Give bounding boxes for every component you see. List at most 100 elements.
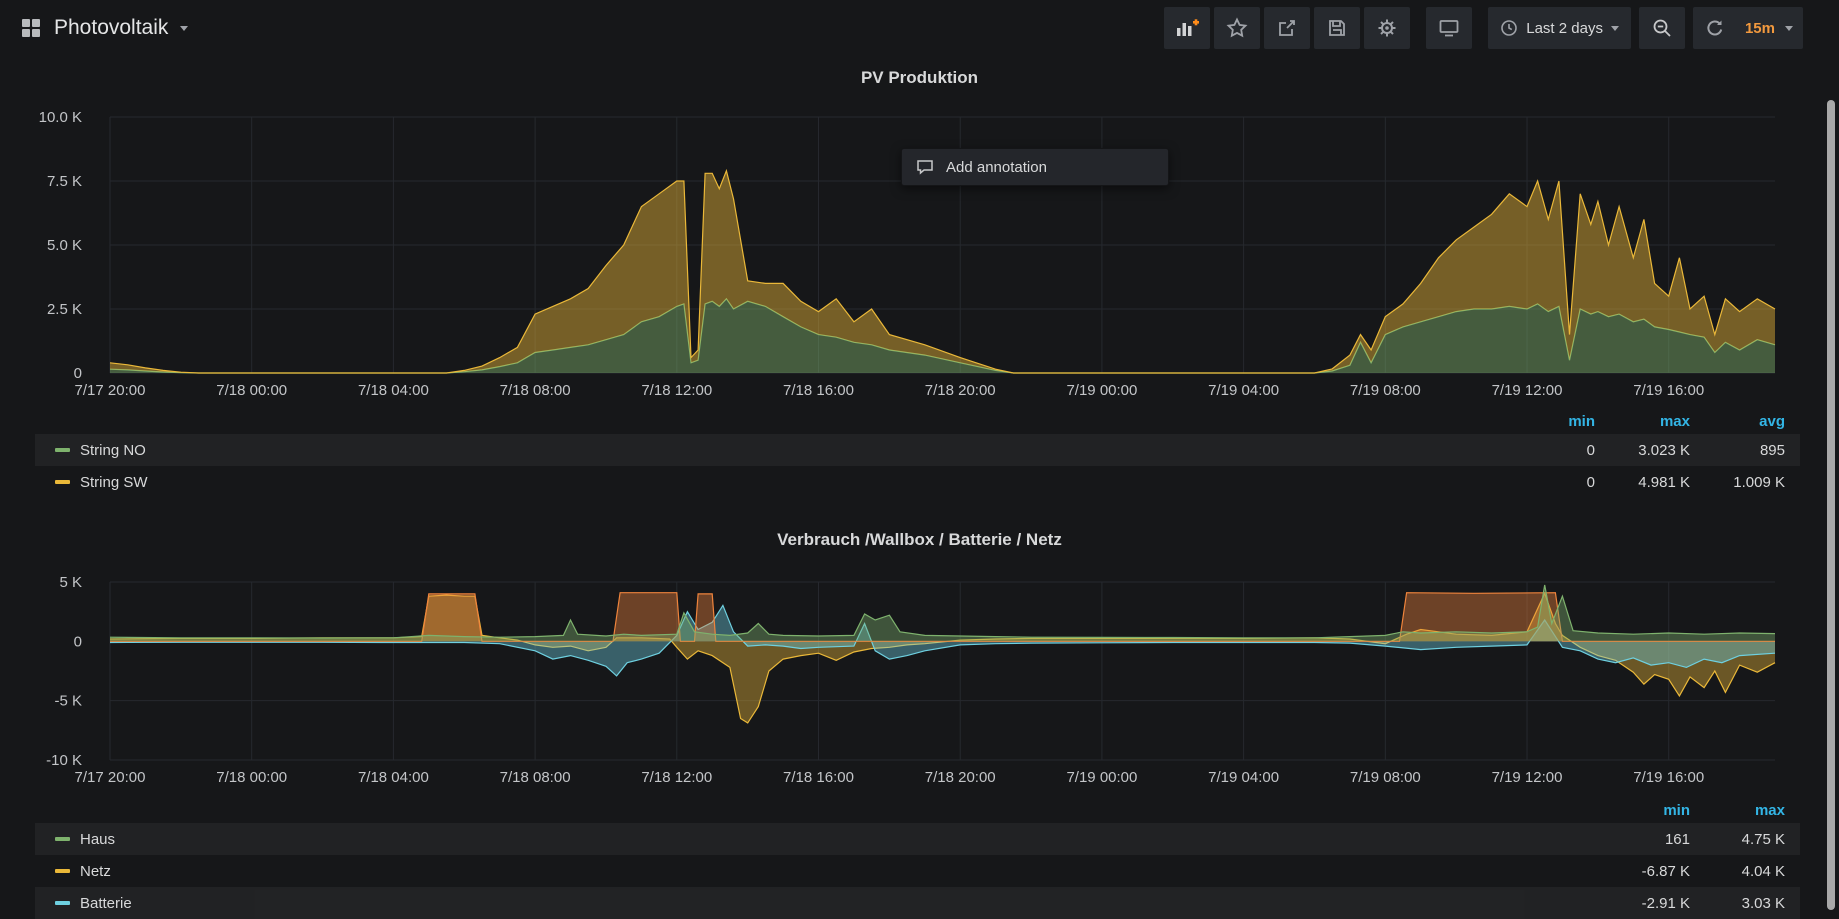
series-name[interactable]: Netz bbox=[80, 863, 111, 880]
svg-text:7/17 20:00: 7/17 20:00 bbox=[75, 769, 146, 786]
svg-text:7/18 20:00: 7/18 20:00 bbox=[925, 769, 996, 786]
svg-text:-5 K: -5 K bbox=[54, 693, 82, 710]
legend-avg-value: 895 bbox=[1690, 442, 1785, 459]
clock-icon bbox=[1500, 19, 1518, 37]
share-icon bbox=[1277, 18, 1297, 38]
dashboard-settings-button[interactable] bbox=[1364, 7, 1410, 49]
legend-sort-min[interactable]: min bbox=[1595, 802, 1690, 819]
refresh-interval-caret-icon bbox=[1785, 26, 1793, 31]
zoom-out-icon bbox=[1651, 17, 1673, 39]
svg-text:-10 K: -10 K bbox=[46, 752, 82, 769]
legend-row-haus: Haus 161 4.75 K bbox=[35, 823, 1800, 855]
legend-max-value: 3.023 K bbox=[1595, 442, 1690, 459]
save-dashboard-button[interactable] bbox=[1314, 7, 1360, 49]
svg-text:7/19 08:00: 7/19 08:00 bbox=[1350, 769, 1421, 786]
series-color-swatch[interactable] bbox=[55, 480, 70, 484]
refresh-icon bbox=[1705, 18, 1725, 38]
zoom-out-time-button[interactable] bbox=[1639, 7, 1685, 49]
apps-grid-icon[interactable] bbox=[20, 17, 42, 39]
series-name[interactable]: Haus bbox=[80, 831, 115, 848]
grafana-dashboard: Photovoltaik bbox=[0, 0, 1839, 917]
legend-row-string-no: String NO 0 3.023 K 895 bbox=[35, 434, 1800, 466]
legend-row-netz: Netz -6.87 K 4.04 K bbox=[35, 855, 1800, 887]
pv-produktion-chart[interactable]: 0 2.5 K 5.0 K 7.5 K 10.0 K 7/17 20:00 7/18 00:… bbox=[0, 85, 1810, 405]
svg-text:7/18 08:00: 7/18 08:00 bbox=[500, 382, 571, 399]
legend-sort-avg[interactable]: avg bbox=[1690, 413, 1785, 430]
legend-header: min max avg bbox=[35, 408, 1800, 434]
legend-sort-max[interactable]: max bbox=[1690, 802, 1785, 819]
svg-text:0: 0 bbox=[74, 365, 82, 382]
svg-text:7.5 K: 7.5 K bbox=[47, 173, 82, 190]
top-navbar: Photovoltaik bbox=[0, 0, 1839, 56]
svg-text:7/18 12:00: 7/18 12:00 bbox=[641, 769, 712, 786]
add-panel-icon bbox=[1174, 17, 1200, 39]
svg-text:5.0 K: 5.0 K bbox=[47, 237, 82, 254]
legend-header: min max bbox=[35, 797, 1800, 823]
refresh-interval-label: 15m bbox=[1737, 20, 1781, 37]
svg-text:7/19 16:00: 7/19 16:00 bbox=[1633, 769, 1704, 786]
legend-min-value: 0 bbox=[1500, 474, 1595, 491]
series-color-swatch[interactable] bbox=[55, 448, 70, 452]
svg-text:7/18 12:00: 7/18 12:00 bbox=[641, 382, 712, 399]
navbar-right: Last 2 days 15m bbox=[1164, 7, 1803, 49]
dashboard-actions-group bbox=[1164, 7, 1410, 49]
navbar-left: Photovoltaik bbox=[20, 16, 188, 40]
svg-text:7/18 00:00: 7/18 00:00 bbox=[216, 382, 287, 399]
svg-text:5 K: 5 K bbox=[59, 574, 82, 591]
svg-text:7/19 16:00: 7/19 16:00 bbox=[1633, 382, 1704, 399]
series-name[interactable]: Batterie bbox=[80, 895, 132, 912]
series-color-swatch[interactable] bbox=[55, 869, 70, 873]
share-dashboard-button[interactable] bbox=[1264, 7, 1310, 49]
time-range-label: Last 2 days bbox=[1526, 20, 1603, 37]
legend-row-string-sw: String SW 0 4.981 K 1.009 K bbox=[35, 466, 1800, 498]
legend-pv-produktion: min max avg String NO 0 3.023 K 895 Stri… bbox=[35, 408, 1800, 498]
series-color-swatch[interactable] bbox=[55, 901, 70, 905]
add-annotation-label: Add annotation bbox=[946, 159, 1047, 176]
tv-mode-button[interactable] bbox=[1426, 7, 1472, 49]
vertical-scrollbar[interactable] bbox=[1827, 100, 1835, 910]
refresh-button[interactable] bbox=[1693, 7, 1737, 49]
panel-title-verbrauch[interactable]: Verbrauch /Wallbox / Batterie / Netz bbox=[0, 530, 1839, 550]
add-panel-button[interactable] bbox=[1164, 7, 1210, 49]
svg-text:2.5 K: 2.5 K bbox=[47, 301, 82, 318]
time-range-picker[interactable]: Last 2 days bbox=[1488, 7, 1631, 49]
legend-max-value: 4.75 K bbox=[1690, 831, 1785, 848]
legend-max-value: 4.04 K bbox=[1690, 863, 1785, 880]
svg-text:7/18 20:00: 7/18 20:00 bbox=[925, 382, 996, 399]
svg-text:0: 0 bbox=[74, 633, 82, 650]
dashboard-title-caret-icon bbox=[180, 26, 188, 31]
legend-verbrauch: min max Haus 161 4.75 K Netz -6.87 K 4.0… bbox=[35, 797, 1800, 919]
time-range-caret-icon bbox=[1611, 26, 1619, 31]
svg-text:7/18 16:00: 7/18 16:00 bbox=[783, 382, 854, 399]
settings-gear-icon bbox=[1376, 17, 1398, 39]
add-annotation-menu-item[interactable]: Add annotation bbox=[901, 148, 1169, 186]
legend-sort-max[interactable]: max bbox=[1595, 413, 1690, 430]
svg-text:7/19 04:00: 7/19 04:00 bbox=[1208, 769, 1279, 786]
svg-text:7/19 12:00: 7/19 12:00 bbox=[1492, 382, 1563, 399]
legend-max-value: 3.03 K bbox=[1690, 895, 1785, 912]
refresh-interval-picker[interactable]: 15m bbox=[1737, 7, 1803, 49]
svg-text:7/18 04:00: 7/18 04:00 bbox=[358, 382, 429, 399]
refresh-control: 15m bbox=[1693, 7, 1803, 49]
comment-bubble-icon bbox=[916, 159, 934, 175]
svg-text:7/19 00:00: 7/19 00:00 bbox=[1066, 382, 1137, 399]
series-name[interactable]: String NO bbox=[80, 442, 146, 459]
dashboard-title[interactable]: Photovoltaik bbox=[54, 16, 168, 40]
legend-sort-min[interactable]: min bbox=[1500, 413, 1595, 430]
svg-text:7/17 20:00: 7/17 20:00 bbox=[75, 382, 146, 399]
svg-text:7/19 08:00: 7/19 08:00 bbox=[1350, 382, 1421, 399]
star-icon bbox=[1226, 17, 1248, 39]
legend-row-batterie: Batterie -2.91 K 3.03 K bbox=[35, 887, 1800, 919]
series-color-swatch[interactable] bbox=[55, 837, 70, 841]
svg-text:7/18 04:00: 7/18 04:00 bbox=[358, 769, 429, 786]
svg-text:7/18 00:00: 7/18 00:00 bbox=[216, 769, 287, 786]
tv-mode-icon bbox=[1438, 18, 1460, 38]
series-name[interactable]: String SW bbox=[80, 474, 148, 491]
svg-text:7/19 04:00: 7/19 04:00 bbox=[1208, 382, 1279, 399]
svg-text:10.0 K: 10.0 K bbox=[39, 109, 82, 126]
svg-text:7/19 12:00: 7/19 12:00 bbox=[1492, 769, 1563, 786]
legend-min-value: 0 bbox=[1500, 442, 1595, 459]
svg-text:7/18 08:00: 7/18 08:00 bbox=[500, 769, 571, 786]
star-dashboard-button[interactable] bbox=[1214, 7, 1260, 49]
verbrauch-chart[interactable]: 5 K 0 -5 K -10 K7/17 20:00 7/18 00:00 7/18 04… bbox=[0, 570, 1810, 805]
